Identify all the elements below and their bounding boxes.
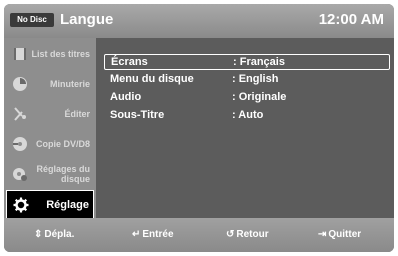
- hint-label: Dépla.: [44, 229, 75, 240]
- updown-arrows-icon: ⇕: [34, 229, 43, 240]
- sidebar-item-title-list[interactable]: List des titres: [6, 40, 94, 68]
- sidebar-item-timer[interactable]: Minuterie: [6, 70, 94, 98]
- return-icon: ↺: [226, 229, 235, 240]
- setting-row-subtitle[interactable]: Sous-Titre : Auto: [104, 108, 388, 122]
- setting-value: : Auto: [232, 109, 264, 121]
- sidebar-item-label: Réglages du disque: [36, 164, 90, 184]
- scissors-icon: [14, 107, 26, 121]
- clock: 12:00 AM: [318, 11, 384, 28]
- hint-quit[interactable]: ⇥ Quitter: [318, 228, 361, 242]
- sidebar-item-copy[interactable]: Copie DV/D8: [6, 130, 94, 158]
- header-bar: No Disc Langue 12:00 AM: [4, 4, 394, 38]
- setting-row-audio[interactable]: Audio : Originale: [104, 90, 388, 104]
- sidebar-item-label: Copie DV/D8: [35, 139, 90, 149]
- disc-status-badge: No Disc: [10, 13, 54, 27]
- menu-window: No Disc Langue 12:00 AM List des titres …: [4, 4, 394, 252]
- setting-name: Menu du disque: [110, 73, 194, 85]
- footer-bar: ⇕ Dépla. ↵ Entrée ↺ Retour ⇥ Quitter: [4, 218, 394, 252]
- setting-value: : English: [232, 73, 279, 85]
- setting-row-screens[interactable]: Écrans : Français: [104, 54, 390, 70]
- setting-name: Écrans: [111, 56, 148, 68]
- enter-icon: ↵: [132, 229, 141, 240]
- hint-label: Quitter: [328, 229, 362, 240]
- film-icon: [14, 48, 26, 60]
- disc-settings-icon: [13, 168, 27, 181]
- sidebar-item-label: Éditer: [64, 109, 90, 119]
- setting-value: : Originale: [232, 91, 287, 103]
- clock-icon: [13, 77, 27, 91]
- setting-row-disc-menu[interactable]: Menu du disque : English: [104, 72, 388, 86]
- hint-enter[interactable]: ↵ Entrée: [132, 228, 174, 242]
- setting-name: Audio: [110, 91, 142, 103]
- hint-move[interactable]: ⇕ Dépla.: [34, 228, 74, 242]
- page-title: Langue: [60, 11, 114, 28]
- hint-label: Entrée: [142, 229, 174, 240]
- screen: No Disc Langue 12:00 AM List des titres …: [0, 0, 398, 256]
- copy-disc-icon: [13, 137, 27, 151]
- sidebar-item-edit[interactable]: Éditer: [6, 100, 94, 128]
- setting-value: : Français: [233, 56, 285, 68]
- settings-panel: Écrans : Français Menu du disque : Engli…: [96, 38, 394, 218]
- sidebar-item-setup[interactable]: Réglage: [6, 190, 94, 220]
- sidebar-item-label: Réglage: [46, 199, 89, 211]
- sidebar: List des titres Minuterie Éditer Copie D…: [4, 38, 96, 220]
- sidebar-item-label: Minuterie: [49, 79, 90, 89]
- exit-icon: ⇥: [318, 229, 327, 240]
- sidebar-item-disc-settings[interactable]: Réglages du disque: [6, 160, 94, 188]
- hint-label: Retour: [236, 229, 269, 240]
- setting-name: Sous-Titre: [110, 109, 165, 121]
- hint-back[interactable]: ↺ Retour: [226, 228, 269, 242]
- sidebar-item-label: List des titres: [31, 49, 90, 59]
